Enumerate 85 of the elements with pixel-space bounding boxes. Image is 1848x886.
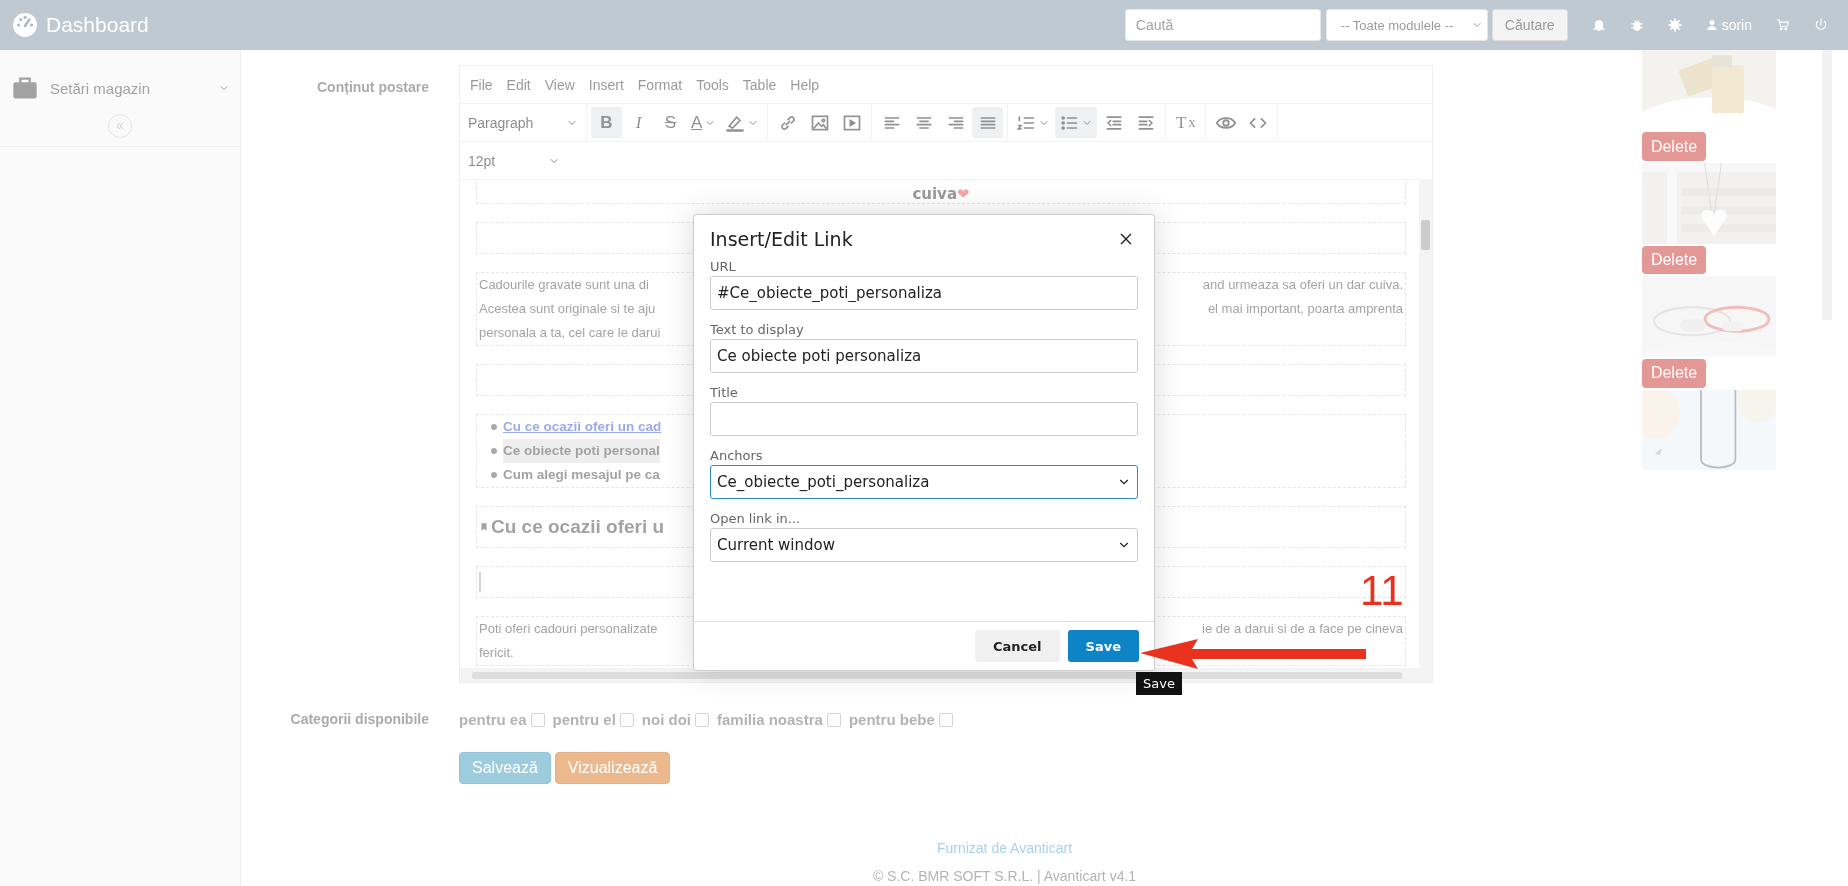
paragraph-text: Poti oferi cadouri personalizate — [479, 620, 658, 638]
field-label: Categorii disponibile — [290, 711, 429, 727]
menu-item[interactable]: Format — [631, 72, 689, 97]
input-field[interactable]: #Ce_obiecte_poti_personaliza — [710, 276, 1138, 310]
menu-item[interactable]: Insert — [582, 72, 630, 97]
menu-item[interactable]: Tools — [690, 72, 735, 97]
category-label: familia noastra — [717, 711, 823, 728]
user-icon — [1705, 19, 1718, 31]
paragraph-text: ie de a darui si de a face pe cineva — [1202, 620, 1403, 638]
select-field[interactable]: Current window — [710, 528, 1138, 562]
cart-icon — [1776, 18, 1790, 32]
menu-item[interactable]: Help — [784, 72, 826, 97]
input-field[interactable]: Ce obiecte poti personaliza — [710, 339, 1138, 373]
bold-button[interactable]: B — [591, 107, 622, 138]
bullet-list-button[interactable] — [1055, 107, 1098, 138]
bullet-icon — [491, 472, 497, 478]
copyright-text: © S.C. BMR SOFT S.R.L. | Avanticart v4.1 — [872, 868, 1137, 884]
field-label: Anchors — [710, 448, 764, 463]
save-button[interactable]: Save — [1067, 630, 1139, 662]
dialog-title: Insert/Edit Link — [710, 228, 853, 250]
paragraph-text: fericit. — [479, 644, 514, 662]
sidebar-item[interactable]: Setări magazin — [50, 79, 208, 97]
heading-text: Cu ce ocazii oferi u — [491, 516, 665, 538]
cancel-button[interactable]: Cancel — [975, 630, 1060, 662]
select-field[interactable]: Ce_obiecte_poti_personaliza — [710, 465, 1138, 499]
save-button[interactable]: Salvează — [459, 752, 551, 784]
scrollbar[interactable] — [1822, 50, 1832, 320]
settings-icon — [1667, 18, 1682, 32]
checkbox[interactable] — [530, 712, 545, 727]
paragraph-text: el mai important, poarta amprenta — [1207, 300, 1403, 318]
block-format-select[interactable]: Paragraph — [464, 107, 582, 138]
scrollbar[interactable] — [1419, 180, 1432, 668]
delete-button[interactable]: Delete — [1642, 358, 1706, 388]
search-field[interactable]: Caută — [1124, 9, 1321, 41]
paragraph-text: and urmeaza sa oferi un dar cuiva. — [1202, 276, 1403, 294]
list-link[interactable]: Cu ce ocazii oferi un cad — [503, 415, 662, 439]
menu-item[interactable]: File — [464, 72, 499, 97]
field-label: Open link in... — [710, 511, 802, 526]
category-label: pentru ea — [459, 711, 527, 728]
bullet-icon — [491, 448, 497, 454]
menu-item[interactable]: Edit — [500, 72, 537, 97]
search-button[interactable]: Căutare — [1491, 9, 1568, 41]
text-cursor — [479, 572, 481, 592]
double-chevron-left-icon — [114, 120, 126, 132]
footer-link[interactable]: Furnizat de Avanticart — [936, 840, 1073, 856]
module-select[interactable]: -- Toate modulele -- — [1325, 9, 1488, 41]
bell-icon — [1591, 18, 1606, 32]
centered-text: cuiva❤ — [912, 185, 970, 203]
tooltip: Save — [1136, 672, 1182, 695]
category-label: noi doi — [641, 711, 691, 728]
app-title[interactable]: Dashboard — [46, 13, 149, 37]
field-label: URL — [710, 259, 737, 274]
category-label: pentru bebe — [848, 711, 935, 728]
dashboard-icon — [12, 12, 38, 38]
paragraph-text: personala a ta, cel care le darui — [479, 324, 661, 342]
italic-button[interactable]: I — [623, 107, 654, 138]
menu-item[interactable]: Table — [736, 72, 783, 97]
power-icon — [1814, 18, 1828, 32]
user-menu[interactable]: sorin — [1705, 17, 1752, 33]
strike-button[interactable]: S — [655, 107, 686, 138]
paragraph-text: Cadourile gravate sunt una di — [479, 276, 649, 294]
text-color-button[interactable]: A — [687, 107, 721, 138]
checkbox[interactable] — [826, 712, 841, 727]
field-label: Text to display — [710, 322, 805, 337]
preview-button[interactable]: Vizualizează — [554, 752, 671, 784]
paragraph-text: Acestea sunt originale si te aju — [479, 300, 656, 318]
close-icon — [1118, 231, 1134, 247]
checkbox[interactable] — [695, 712, 709, 727]
category-label: pentru el — [552, 711, 616, 728]
bug-icon — [1629, 18, 1644, 32]
menu-item[interactable]: View — [538, 72, 581, 97]
font-size-select[interactable]: 12pt — [464, 145, 564, 176]
field-label: Title — [710, 385, 739, 400]
input-field[interactable] — [710, 402, 1138, 436]
justify-button[interactable] — [972, 107, 1004, 138]
field-label: Conținut postare — [317, 79, 429, 95]
checkbox[interactable] — [938, 712, 953, 727]
list-item-text: Cum alegi mesajul pe ca — [503, 466, 660, 484]
delete-button[interactable]: Delete — [1642, 245, 1706, 275]
bullet-icon — [491, 424, 497, 430]
checkbox[interactable] — [619, 712, 634, 727]
delete-button[interactable]: Delete — [1642, 132, 1706, 162]
list-item-text: Ce obiecte poti personal — [503, 439, 660, 463]
bookmark-icon — [479, 520, 489, 534]
annotation-number: 11 — [1360, 570, 1404, 612]
